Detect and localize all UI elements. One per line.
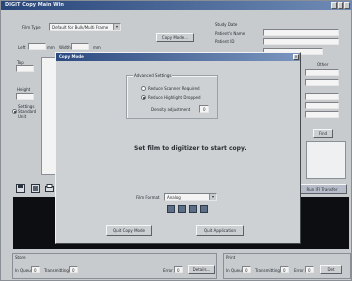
copy-mode-dialog: Copy Mode × Advanced Settings Reduce Sca…	[55, 52, 301, 244]
density-input[interactable]: 0	[199, 105, 209, 113]
density-value: 0	[203, 107, 206, 112]
print-details-button[interactable]: Det	[320, 265, 342, 274]
maximize-button[interactable]	[337, 2, 344, 9]
other-label: Other	[317, 62, 329, 67]
window-titlebar: DIGIT Copy Main Win	[1, 1, 352, 10]
digitizer-message: Set film to digitizer to start copy.	[134, 145, 247, 152]
chevron-down-icon: ▾	[113, 24, 120, 30]
format-option-1[interactable]	[167, 205, 175, 213]
density-label: Density adjustment	[151, 107, 191, 112]
width-label: Width	[59, 45, 71, 50]
search-field-1[interactable]	[305, 69, 339, 76]
reduce-scanner-label: Reduce Scanner Required	[148, 86, 200, 91]
width-input[interactable]	[71, 43, 89, 50]
dialog-title: Copy Mode	[59, 54, 84, 59]
print-error-value: 0	[305, 266, 314, 273]
quit-application-button[interactable]: Quit Application	[196, 225, 244, 236]
print-in-queue-text: 0	[245, 268, 248, 273]
search-field-3[interactable]	[305, 93, 339, 100]
store-in-queue-text: 0	[34, 268, 37, 273]
print-transmitting-text: 0	[283, 268, 286, 273]
store-error-value: 0	[174, 266, 183, 273]
print-section-label: Print	[226, 255, 236, 260]
unit-label: Unit	[18, 114, 27, 119]
format-option-3[interactable]	[189, 205, 197, 213]
store-error-text: 0	[177, 268, 180, 273]
window-title: DIGIT Copy Main Win	[5, 2, 64, 8]
print-error-text: 0	[308, 268, 311, 273]
film-format-dropdown[interactable]: Analog ▾	[164, 193, 217, 201]
store-transmitting-text: 0	[72, 268, 75, 273]
store-status-group: Store In Queue 0 Transmitting 0 Error 0 …	[12, 253, 217, 279]
find-button[interactable]: Find	[313, 129, 333, 138]
print-in-queue-value: 0	[242, 266, 251, 273]
print-transmitting-value: 0	[280, 266, 289, 273]
advanced-settings-label: Advanced Settings	[133, 73, 173, 78]
quit-copy-mode-button[interactable]: Quit Copy Mode	[106, 225, 152, 236]
dialog-titlebar: Copy Mode ×	[56, 53, 300, 61]
study-date-label: Study Date	[215, 22, 238, 27]
print-transmitting-label: Transmitting	[255, 268, 280, 273]
patient-name-label: Patient's Name	[215, 31, 246, 36]
window-controls	[331, 2, 351, 9]
patient-name-input[interactable]	[263, 29, 339, 36]
results-list[interactable]	[306, 141, 346, 179]
copy-mode-button[interactable]: Copy Mode...	[156, 33, 194, 42]
left-unit: mm	[47, 45, 55, 50]
width-unit: mm	[93, 45, 101, 50]
close-window-button[interactable]	[344, 2, 351, 9]
top-input[interactable]	[16, 65, 34, 72]
film-type-value: Default for Bulk/Multi Frame	[52, 25, 109, 30]
height-label: Height	[17, 87, 31, 92]
left-label: Left	[18, 45, 26, 50]
minimize-button[interactable]	[331, 2, 337, 9]
film-type-label: Film Type	[22, 25, 41, 30]
reduce-highlight-radio[interactable]	[141, 95, 146, 100]
transfer-button[interactable]: Run IFI Transfer	[297, 184, 347, 194]
image-icon[interactable]	[31, 184, 40, 193]
standard-radio[interactable]	[12, 109, 17, 114]
close-icon[interactable]: ×	[293, 54, 299, 60]
print-status-group: Print In Queue 0 Transmitting 0 Error 0 …	[223, 253, 351, 279]
left-input[interactable]	[28, 43, 46, 50]
format-option-4[interactable]	[200, 205, 208, 213]
film-type-dropdown[interactable]: Default for Bulk/Multi Frame ▾	[49, 23, 121, 31]
film-format-value: Analog	[167, 195, 181, 200]
advanced-settings-group: Advanced Settings Reduce Scanner Require…	[126, 73, 218, 119]
store-error-label: Error	[163, 268, 173, 273]
store-transmitting-value: 0	[69, 266, 78, 273]
patient-id-input[interactable]	[263, 38, 339, 45]
print-error-label: Error	[294, 268, 304, 273]
search-field-2[interactable]	[305, 79, 339, 86]
details-button[interactable]: Details...	[188, 265, 215, 274]
search-field-4[interactable]	[305, 102, 339, 109]
film-format-label: Film Format	[136, 195, 160, 200]
print-icon[interactable]	[45, 184, 54, 193]
save-icon[interactable]	[16, 184, 25, 193]
reduce-highlight-label: Reduce Highlight Dropped	[148, 95, 201, 100]
store-transmitting-label: Transmitting	[44, 268, 69, 273]
reduce-scanner-radio[interactable]	[141, 86, 146, 91]
store-in-queue-value: 0	[31, 266, 40, 273]
chevron-down-icon: ▾	[209, 194, 216, 200]
format-option-2[interactable]	[178, 205, 186, 213]
store-section-label: Store	[15, 255, 26, 260]
patient-id-label: Patient ID	[215, 39, 235, 44]
search-field-5[interactable]	[305, 111, 339, 118]
height-input[interactable]	[16, 93, 34, 100]
